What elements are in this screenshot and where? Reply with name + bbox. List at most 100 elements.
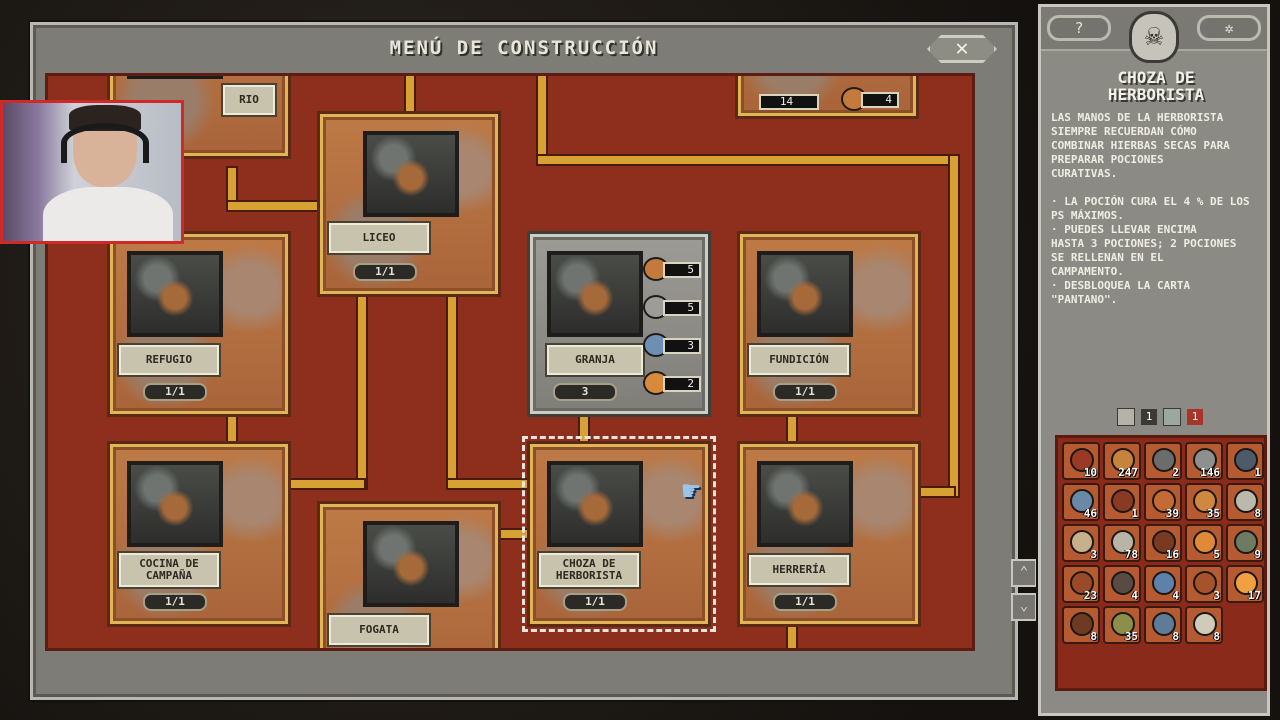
building-count: 1/1 (353, 263, 417, 281)
inventory-slot[interactable]: 8 (1144, 606, 1182, 644)
herreria-art (757, 461, 853, 547)
building-count: 3 (553, 383, 617, 401)
resource-quantity: 4 (1131, 589, 1138, 602)
resource-quantity: 5 (1213, 548, 1220, 561)
building-count: 1/1 (143, 593, 207, 611)
inventory-slot[interactable]: 16 (1144, 524, 1182, 562)
inventory-slot[interactable]: 4 (1144, 565, 1182, 603)
inventory-slot[interactable]: 35 (1103, 606, 1141, 644)
inventory-slot[interactable]: 8 (1226, 483, 1264, 521)
inventory-slot[interactable]: 146 (1185, 442, 1223, 480)
settings-button[interactable]: ✲ (1197, 15, 1261, 41)
inventory-slot[interactable]: 4 (1103, 565, 1141, 603)
cost-metal: 3 (643, 333, 703, 357)
inventory-slot[interactable]: 8 (1185, 606, 1223, 644)
inventory-slot[interactable]: 39 (1144, 483, 1182, 521)
inventory-slot[interactable]: 9 (1226, 524, 1264, 562)
inventory-slot[interactable]: 1 (1103, 483, 1141, 521)
building-name: LICEO (329, 223, 429, 253)
inventory-slot[interactable]: 46 (1062, 483, 1100, 521)
building-count: 1/1 (563, 593, 627, 611)
scroll-up-button[interactable]: ⌃ (1011, 559, 1037, 587)
inventory-slot[interactable]: 10 (1062, 442, 1100, 480)
resource-quantity: 46 (1083, 507, 1097, 520)
building-name: FOGATA (329, 615, 429, 645)
resource-quantity: 8 (1090, 630, 1097, 643)
building-description: LAS MANOS DE LA HERBORISTA SIEMPRE RECUE… (1051, 111, 1230, 180)
inventory-slot[interactable]: 35 (1185, 483, 1223, 521)
resource-inventory: 10 247 2 146 1 46 1 39 35 8 3 78 16 5 9 23 4 4 3 17 8 35 8 8 (1055, 435, 1267, 691)
building-card-herreria[interactable]: HERRERÍA 1/1 (740, 444, 918, 624)
resource-quantity: 8 (1213, 630, 1220, 643)
fundicion-art (757, 251, 853, 337)
building-card-cocina[interactable]: COCINA DE CAMPAÑA 1/1 (110, 444, 288, 624)
inventory-filters: 1 1 (1117, 407, 1203, 427)
resource-quantity: 2 (1172, 466, 1179, 479)
resource-quantity: 39 (1165, 507, 1179, 520)
game-screen: MENÚ DE CONSTRUCCIÓN ✕ RIO 14 4 LICEO 1/… (0, 0, 1280, 720)
resource-quantity: 3 (1090, 548, 1097, 561)
building-card-fundicion[interactable]: FUNDICIÓN 1/1 (740, 234, 918, 414)
building-name: RIO (223, 85, 275, 115)
building-card-refugio[interactable]: REFUGIO 1/1 (110, 234, 288, 414)
tile-filter-icon[interactable] (1163, 408, 1181, 426)
resource-quantity: 1 (1131, 507, 1138, 520)
resource-quantity: 8 (1254, 507, 1261, 520)
building-name: COCINA DE CAMPAÑA (119, 553, 219, 587)
resource-quantity: 78 (1124, 548, 1138, 561)
skull-emblem-icon: ☠ (1129, 11, 1179, 63)
resource-quantity: 1 (1254, 466, 1261, 479)
building-board: RIO 14 4 LICEO 1/1 REFUGIO 1/1 GRANJA 3 … (45, 73, 975, 651)
resource-quantity: 3 (1213, 589, 1220, 602)
inventory-slot[interactable]: 78 (1103, 524, 1141, 562)
building-card-partial-right[interactable]: 14 4 (738, 76, 916, 116)
inventory-slot[interactable]: 8 (1062, 606, 1100, 644)
cost-wood: 4 (841, 87, 901, 111)
close-button[interactable]: ✕ (927, 35, 997, 63)
inventory-slot[interactable]: 1 (1226, 442, 1264, 480)
filter-count: 1 (1187, 409, 1203, 425)
inventory-slot[interactable]: 3 (1185, 565, 1223, 603)
building-name: CHOZA DE HERBORISTA (539, 553, 639, 587)
liceo-art (363, 131, 459, 217)
resource-quantity: 247 (1118, 466, 1138, 479)
effect-line: · LA POCIÓN CURA EL 4 % DE LOS PS MÁXIMO… (1051, 195, 1250, 222)
window-title: MENÚ DE CONSTRUCCIÓN (389, 37, 659, 59)
effect-line: · PUEDES LLEVAR ENCIMA HASTA 3 POCIONES;… (1051, 223, 1237, 278)
resource-quantity: 23 (1083, 589, 1097, 602)
inventory-slot[interactable]: 247 (1103, 442, 1141, 480)
card-filter-icon[interactable] (1117, 408, 1135, 426)
inventory-slot[interactable]: 17 (1226, 565, 1264, 603)
cost-orb: 2 (643, 371, 703, 395)
building-name: FUNDICIÓN (749, 345, 849, 375)
building-name: HERRERÍA (749, 555, 849, 585)
building-count: 1/1 (143, 383, 207, 401)
hand-cursor-icon: ☛ (682, 474, 701, 509)
choza-art (547, 461, 643, 547)
inventory-slot[interactable]: 23 (1062, 565, 1100, 603)
scroll-down-button[interactable]: ⌄ (1011, 593, 1037, 621)
building-card-liceo[interactable]: LICEO 1/1 (320, 114, 498, 294)
inventory-slot[interactable]: 5 (1185, 524, 1223, 562)
resource-quantity: 4 (1172, 589, 1179, 602)
building-card-granja[interactable]: GRANJA 3 5 5 3 2 (530, 234, 708, 414)
inventory-slot[interactable]: 3 (1062, 524, 1100, 562)
refugio-art (127, 251, 223, 337)
help-button[interactable]: ? (1047, 15, 1111, 41)
resource-quantity: 16 (1165, 548, 1179, 561)
building-card-fogata[interactable]: FOGATA (320, 504, 498, 648)
fogata-art (363, 521, 459, 607)
building-count: 1/1 (773, 593, 837, 611)
inventory-slot[interactable]: 2 (1144, 442, 1182, 480)
cost-wood: 5 (643, 257, 703, 281)
info-panel: ? ✲ ☠ CHOZA DE HERBORISTA LAS MANOS DE L… (1038, 4, 1270, 716)
resource-quantity: 35 (1206, 507, 1220, 520)
resource-quantity: 9 (1254, 548, 1261, 561)
streamer-body (43, 187, 173, 241)
filter-count: 1 (1141, 409, 1157, 425)
granja-art (547, 251, 643, 337)
building-count: 1/1 (773, 383, 837, 401)
building-card-choza-herborista[interactable]: CHOZA DE HERBORISTA 1/1 (522, 436, 716, 632)
cocina-art (127, 461, 223, 547)
resource-quantity: 8 (1172, 630, 1179, 643)
